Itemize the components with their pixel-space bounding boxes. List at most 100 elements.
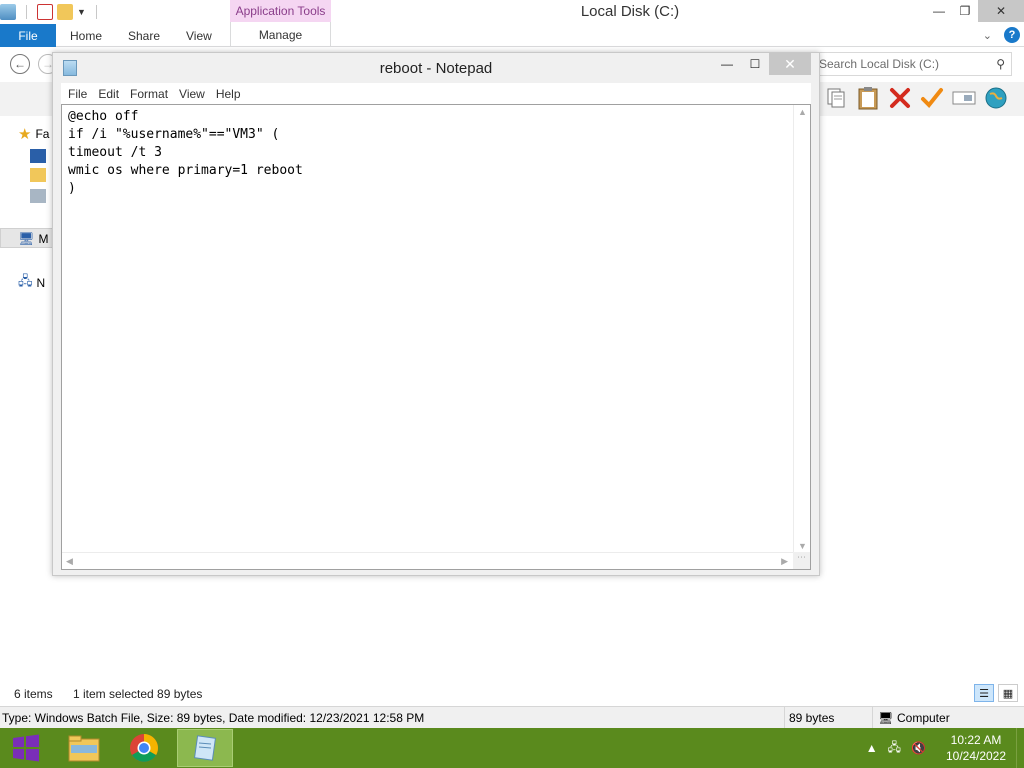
notepad-title: reboot - Notepad [379, 60, 493, 77]
explorer-title: Local Disk (C:) [580, 3, 680, 20]
nav-item-label: N [36, 276, 46, 290]
show-hidden-icons-chevron-icon[interactable]: ▲ [866, 741, 878, 755]
network-icon: 🖧 [18, 273, 33, 288]
computer-location-icon: 🖥 [878, 711, 894, 725]
toolbar-divider [95, 5, 97, 19]
notepad-window: reboot - Notepad — ☐ ✕ File Edit Format … [52, 52, 820, 576]
nav-item-desktop[interactable] [30, 149, 46, 163]
resize-grip-icon[interactable]: ⋯ [793, 552, 810, 569]
toolbar-divider [26, 5, 27, 19]
large-icons-view-icon[interactable]: ▦ [998, 684, 1018, 702]
details-bar: Type: Windows Batch File, Size: 89 bytes… [0, 706, 1024, 729]
status-bar: 6 items 1 item selected 89 bytes ☰ ▦ [0, 682, 1024, 706]
search-icon[interactable]: ⚲ [996, 57, 1005, 71]
horizontal-scrollbar[interactable]: ◀ ▶ [62, 552, 794, 569]
explorer-window-controls: — ❐ ✕ [926, 0, 1024, 22]
menu-view[interactable]: View [179, 87, 205, 101]
file-explorer-icon [68, 735, 100, 762]
restore-button[interactable]: ❐ [952, 0, 978, 22]
notepad-minimize-button[interactable]: — [713, 53, 741, 75]
paste-icon[interactable] [856, 86, 880, 110]
scroll-left-arrow-icon[interactable]: ◀ [66, 556, 73, 567]
downloads-icon [30, 168, 46, 182]
details-divider [784, 707, 785, 729]
notepad-title-bar[interactable]: reboot - Notepad — ☐ ✕ [53, 53, 819, 83]
menu-file[interactable]: File [68, 87, 87, 101]
search-placeholder: Search Local Disk (C:) [819, 57, 940, 71]
details-divider [872, 707, 873, 729]
system-tray: ▲ 🖧 🔇 10:22 AM 10/24/2022 [866, 728, 1024, 768]
view-buttons: ☰ ▦ [974, 684, 1018, 702]
quick-access-toolbar: ▼ [0, 2, 103, 22]
menu-edit[interactable]: Edit [98, 87, 119, 101]
tab-home[interactable]: Home [70, 24, 102, 47]
globe-icon[interactable] [984, 86, 1008, 110]
rename-icon[interactable] [952, 86, 976, 110]
nav-item-label: Fa [35, 127, 50, 141]
details-view-icon[interactable]: ☰ [974, 684, 994, 702]
explorer-title-bar: ▼ Application Tools Local Disk (C:) — ❐ … [0, 0, 1024, 24]
nav-item-downloads[interactable] [30, 168, 46, 182]
minimize-button[interactable]: — [926, 0, 952, 22]
notepad-close-button[interactable]: ✕ [769, 53, 811, 75]
computer-icon: 🖥 [18, 231, 35, 246]
tab-manage[interactable]: Manage [230, 22, 331, 47]
start-button[interactable] [0, 728, 52, 768]
tab-view[interactable]: View [186, 24, 212, 47]
vertical-scrollbar[interactable]: ▲ ▼ [793, 105, 810, 553]
recent-places-icon [30, 189, 46, 203]
notepad-app-icon [193, 735, 217, 761]
nav-item-computer[interactable]: 🖥 M [18, 231, 49, 247]
location-label: Computer [897, 711, 950, 725]
taskbar-file-explorer[interactable] [56, 729, 112, 767]
ribbon-tabs: File Home Share View Manage ⌄ ? [0, 22, 1024, 47]
tab-file[interactable]: File [0, 24, 56, 47]
notepad-window-controls: — ☐ ✕ [713, 53, 811, 75]
help-icon[interactable]: ? [1004, 27, 1020, 43]
scroll-right-arrow-icon[interactable]: ▶ [781, 556, 788, 567]
delete-icon[interactable] [888, 86, 912, 110]
notepad-maximize-button[interactable]: ☐ [741, 53, 769, 75]
file-details: Type: Windows Batch File, Size: 89 bytes… [2, 711, 425, 725]
taskbar-notepad[interactable] [177, 729, 233, 767]
clock-date: 10/24/2022 [945, 749, 1007, 763]
checkmark-icon[interactable] [920, 86, 944, 110]
desktop-icon [30, 149, 46, 163]
back-arrow-icon[interactable]: ← [10, 54, 30, 74]
nav-item-network[interactable]: 🖧 N [18, 272, 45, 294]
expand-ribbon-chevron-icon[interactable]: ⌄ [983, 29, 992, 42]
show-desktop-button[interactable] [1016, 728, 1024, 768]
file-size: 89 bytes [789, 711, 835, 725]
tab-share[interactable]: Share [128, 24, 160, 47]
chrome-icon [130, 734, 158, 762]
windows-logo-icon [13, 734, 39, 762]
menu-format[interactable]: Format [130, 87, 168, 101]
notepad-content[interactable]: @echo off if /i "%username%"=="VM3" ( ti… [68, 108, 303, 198]
new-folder-icon[interactable] [57, 4, 73, 20]
application-tools-label: Application Tools [230, 0, 331, 22]
tool-icons [824, 86, 1008, 110]
nav-item-favorites[interactable]: ★ Fa [18, 125, 49, 143]
network-tray-icon[interactable]: 🖧 [888, 738, 901, 759]
clock[interactable]: 10:22 AM 10/24/2022 [936, 732, 1016, 764]
customize-toolbar-chevron-icon[interactable]: ▼ [77, 7, 86, 17]
copy-icon[interactable] [824, 86, 848, 110]
scroll-down-arrow-icon[interactable]: ▼ [798, 541, 807, 551]
notepad-menu-bar: File Edit Format View Help [61, 83, 811, 104]
notepad-text-area[interactable]: @echo off if /i "%username%"=="VM3" ( ti… [61, 104, 811, 570]
taskbar-chrome[interactable] [116, 729, 172, 767]
close-button[interactable]: ✕ [978, 0, 1024, 22]
search-input[interactable]: Search Local Disk (C:) ⚲ [814, 52, 1012, 76]
ribbon-right-controls: ⌄ ? [983, 27, 1020, 43]
nav-item-recent[interactable] [30, 189, 46, 203]
explorer-app-icon[interactable] [0, 4, 16, 20]
item-count: 6 items [14, 687, 53, 701]
selection-info: 1 item selected 89 bytes [73, 687, 203, 701]
scroll-up-arrow-icon[interactable]: ▲ [798, 107, 807, 117]
clock-time: 10:22 AM [950, 733, 1002, 747]
nav-item-label: M [38, 232, 49, 246]
properties-icon[interactable] [37, 4, 53, 20]
menu-help[interactable]: Help [216, 87, 241, 101]
taskbar: ▲ 🖧 🔇 10:22 AM 10/24/2022 [0, 728, 1024, 768]
volume-muted-icon[interactable]: 🔇 [911, 741, 926, 755]
